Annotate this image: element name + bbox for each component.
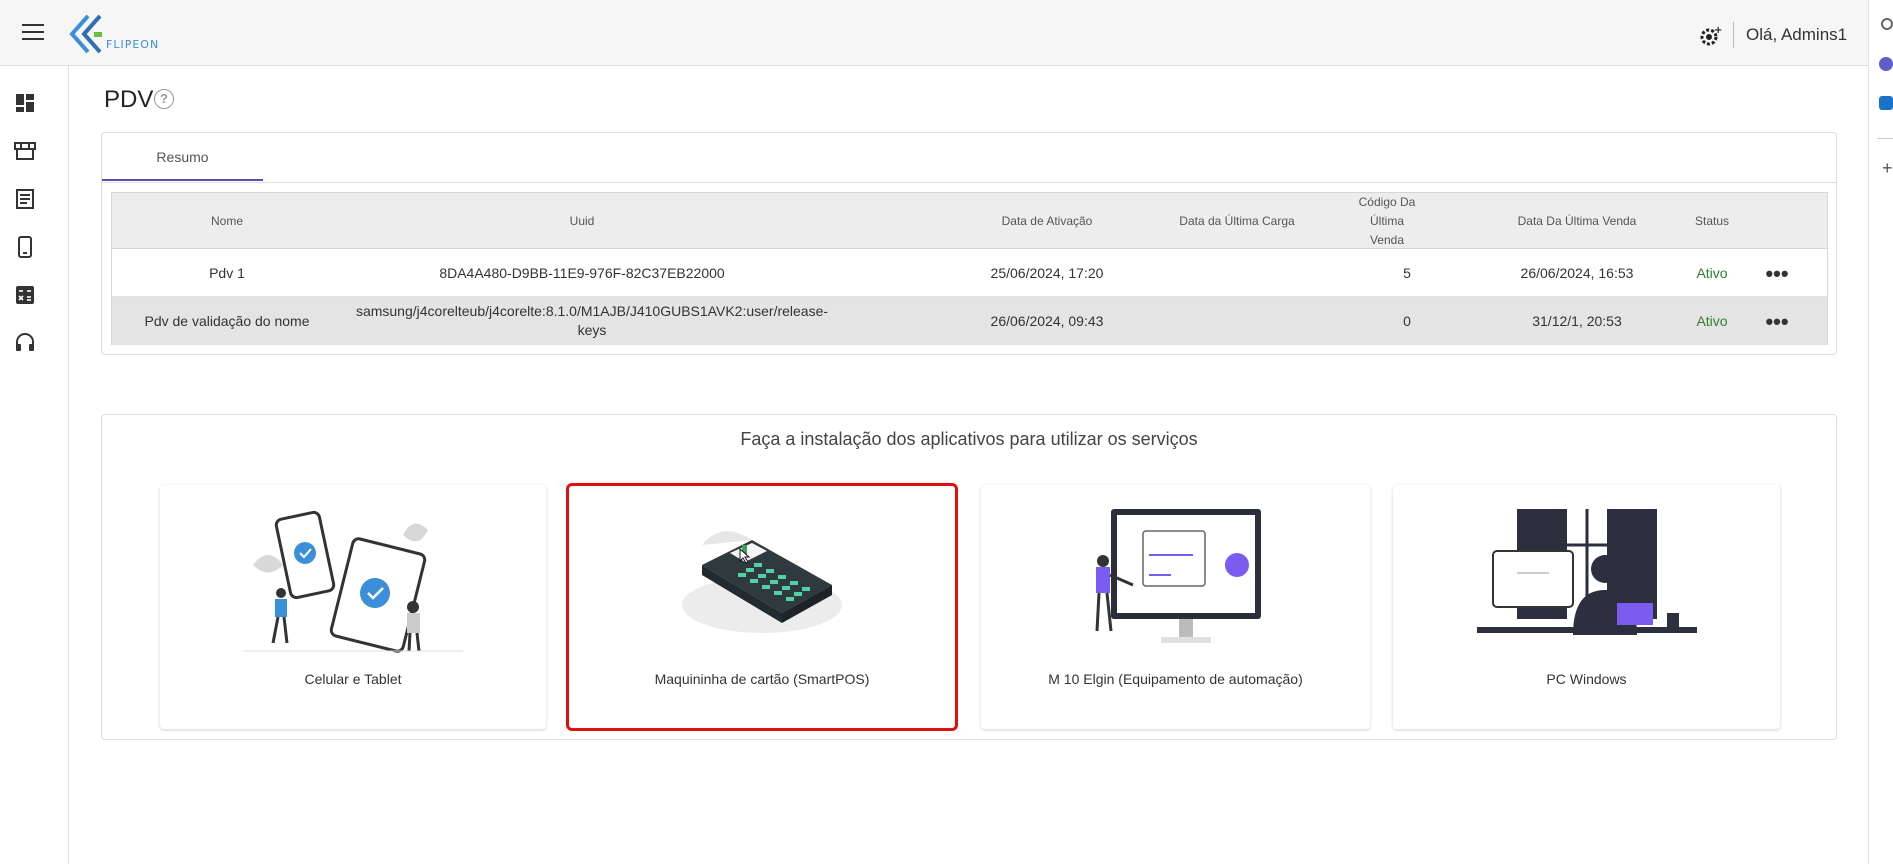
column-header-data-ultima-carga[interactable]: Data da Última Carga — [1152, 193, 1322, 249]
status-badge: Ativo — [1696, 264, 1728, 281]
summary-card: Resumo Nome Uuid Data de Ativação Data d… — [101, 132, 1837, 355]
cell-nome: Pdv 1 — [209, 264, 245, 281]
gear-icon[interactable]: + — [1698, 24, 1722, 48]
pc-windows-illustration — [1476, 509, 1697, 635]
column-header-uuid[interactable]: Uuid — [342, 193, 822, 249]
status-badge: Ativo — [1696, 312, 1728, 329]
app-label: PC Windows — [1546, 671, 1627, 687]
app-card-pc-windows[interactable]: PC Windows — [1393, 485, 1780, 729]
page-title: PDV — [104, 86, 154, 113]
column-header-status[interactable]: Status — [1677, 193, 1747, 249]
app-label: Maquininha de cartão (SmartPOS) — [654, 671, 870, 687]
calculator-icon[interactable] — [12, 282, 38, 308]
tab-divider — [102, 182, 1836, 183]
help-icon[interactable]: ? — [154, 89, 174, 109]
app-card-celular-tablet[interactable]: Celular e Tablet — [160, 485, 546, 729]
cell-data-ultima-venda: 26/06/2024, 16:53 — [1520, 264, 1634, 281]
column-header-codigo-ultima-venda[interactable]: Código Da Última Venda — [1332, 193, 1442, 249]
logo-text: FLIPEON — [106, 38, 160, 51]
receipt-icon[interactable] — [12, 186, 38, 212]
install-apps-card: Faça a instalação dos aplicativos para u… — [101, 414, 1837, 740]
cell-uuid: samsung/j4corelteub/j4corelte:8.1.0/M1AJ… — [355, 303, 829, 338]
cell-data-ultima-carga — [1152, 249, 1322, 297]
cell-data-ativacao: 25/06/2024, 17:20 — [990, 264, 1104, 281]
sidebar — [0, 66, 69, 864]
more-horizontal-icon[interactable]: ••• — [1765, 262, 1788, 284]
phone-tablet-illustration — [243, 510, 463, 653]
cell-codigo-ultima-venda: 5 — [1403, 264, 1411, 281]
row-actions-button[interactable]: ••• — [1757, 297, 1797, 345]
automation-device-illustration — [1095, 509, 1261, 643]
panel-divider — [1877, 138, 1893, 139]
headset-icon[interactable] — [12, 330, 38, 356]
svg-text:+: + — [1714, 25, 1722, 36]
install-title: Faça a instalação dos aplicativos para u… — [740, 429, 1198, 449]
cell-codigo-ultima-venda: 0 — [1403, 312, 1411, 329]
search-icon[interactable] — [1881, 18, 1893, 30]
column-header-data-ativacao[interactable]: Data de Ativação — [972, 193, 1122, 249]
cell-data-ultima-carga — [1152, 297, 1322, 345]
add-icon[interactable]: + — [1882, 158, 1893, 179]
cell-uuid: 8DA4A480-D9BB-11E9-976F-82C37EB22000 — [439, 264, 725, 281]
phone-icon[interactable] — [12, 234, 38, 260]
top-bar: FLIPEON + Olá, Admins1 — [0, 0, 1868, 66]
app-card-smartpos[interactable]: Maquininha de cartão (SmartPOS) — [566, 483, 958, 731]
cell-nome: Pdv de validação do nome — [144, 312, 310, 329]
app-label: Celular e Tablet — [304, 671, 402, 687]
outlook-icon[interactable] — [1879, 96, 1893, 110]
row-actions-button[interactable]: ••• — [1757, 249, 1797, 297]
user-greeting[interactable]: Olá, Admins1 — [1746, 25, 1847, 45]
header-divider — [1733, 22, 1734, 48]
pdv-table: Nome Uuid Data de Ativação Data da Últim… — [111, 192, 1828, 345]
app-label: M 10 Elgin (Equipamento de automação) — [1048, 671, 1303, 687]
store-icon[interactable] — [12, 138, 38, 164]
tab-resumo[interactable]: Resumo — [102, 133, 263, 181]
cell-data-ultima-venda: 31/12/1, 20:53 — [1532, 312, 1622, 329]
browser-side-panel: + — [1868, 0, 1893, 864]
table-row[interactable]: Pdv de validação do nome samsung/j4corel… — [112, 297, 1827, 345]
card-machine-illustration — [682, 531, 842, 633]
table-row[interactable]: Pdv 1 8DA4A480-D9BB-11E9-976F-82C37EB220… — [112, 249, 1827, 297]
column-header-data-ultima-venda[interactable]: Data Da Última Venda — [1477, 193, 1677, 249]
cell-data-ativacao: 26/06/2024, 09:43 — [990, 312, 1104, 329]
table-header: Nome Uuid Data de Ativação Data da Últim… — [112, 193, 1827, 249]
app-card-m10-elgin[interactable]: M 10 Elgin (Equipamento de automação) — [981, 485, 1370, 729]
column-header-nome[interactable]: Nome — [112, 193, 342, 249]
copilot-icon[interactable] — [1879, 57, 1893, 71]
menu-icon[interactable] — [22, 24, 44, 42]
more-horizontal-icon[interactable]: ••• — [1765, 310, 1788, 332]
dashboard-icon[interactable] — [12, 90, 38, 116]
